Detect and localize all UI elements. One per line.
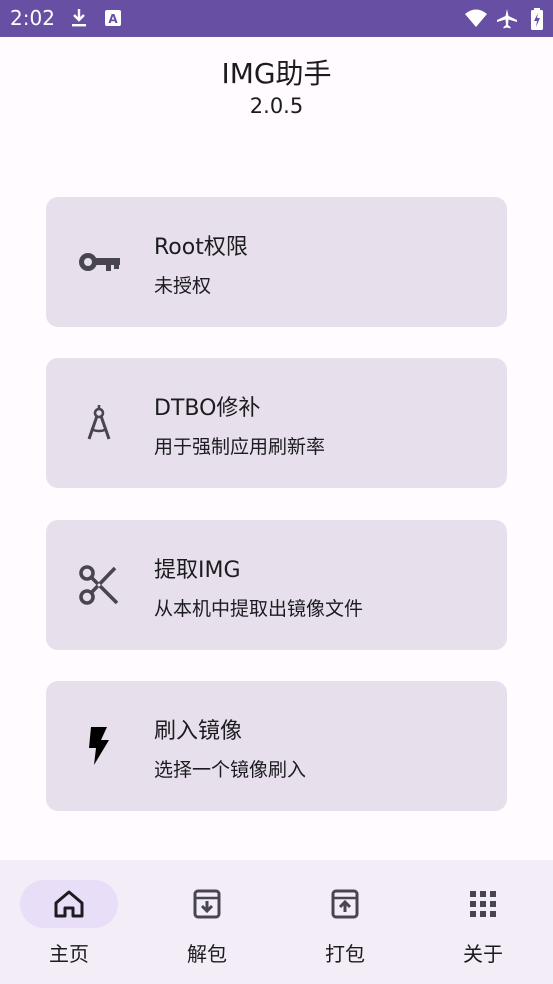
root-permission-card[interactable]: Root权限 未授权 [46, 197, 507, 327]
card-title: DTBO修补 [154, 396, 261, 421]
nav-label: 主页 [49, 942, 89, 966]
key-icon [78, 241, 120, 283]
svg-text:A: A [108, 12, 118, 26]
wifi-icon [465, 9, 487, 27]
nav-item-unpack[interactable]: 解包 [138, 860, 276, 984]
extract-img-card[interactable]: 提取IMG 从本机中提取出镜像文件 [46, 520, 507, 650]
nav-active-indicator [20, 880, 118, 928]
home-icon [54, 890, 84, 918]
bottom-navigation: 主页 解包 打包 关于 [0, 860, 553, 984]
card-subtitle: 从本机中提取出镜像文件 [154, 598, 364, 620]
nav-label: 解包 [187, 942, 227, 966]
download-icon [72, 9, 86, 27]
status-time: 2:02 [10, 6, 55, 30]
text-a-icon: A [105, 10, 121, 26]
scissors-icon [78, 564, 120, 606]
card-title: Root权限 [154, 235, 248, 260]
status-bar: 2:02 A [0, 0, 553, 37]
nav-item-about[interactable]: 关于 [414, 860, 552, 984]
nav-item-home[interactable]: 主页 [0, 860, 138, 984]
nav-label: 打包 [325, 942, 365, 966]
app-title: IMG助手 [221, 57, 332, 90]
apps-grid-icon [470, 891, 496, 917]
airplane-icon [497, 9, 517, 29]
flash-icon [78, 725, 120, 767]
archive-down-icon [193, 889, 221, 919]
battery-icon [531, 8, 543, 30]
card-title: 刷入镜像 [154, 719, 243, 744]
nav-label: 关于 [463, 942, 503, 966]
archive-up-icon [331, 889, 359, 919]
card-subtitle: 选择一个镜像刷入 [154, 759, 307, 781]
card-title: 提取IMG [154, 558, 241, 583]
dtbo-patch-card[interactable]: DTBO修补 用于强制应用刷新率 [46, 358, 507, 488]
compass-icon [78, 402, 120, 444]
nav-item-pack[interactable]: 打包 [276, 860, 414, 984]
flash-image-card[interactable]: 刷入镜像 选择一个镜像刷入 [46, 681, 507, 811]
app-version: 2.0.5 [249, 94, 304, 118]
card-subtitle: 未授权 [154, 275, 212, 297]
card-subtitle: 用于强制应用刷新率 [154, 436, 326, 458]
